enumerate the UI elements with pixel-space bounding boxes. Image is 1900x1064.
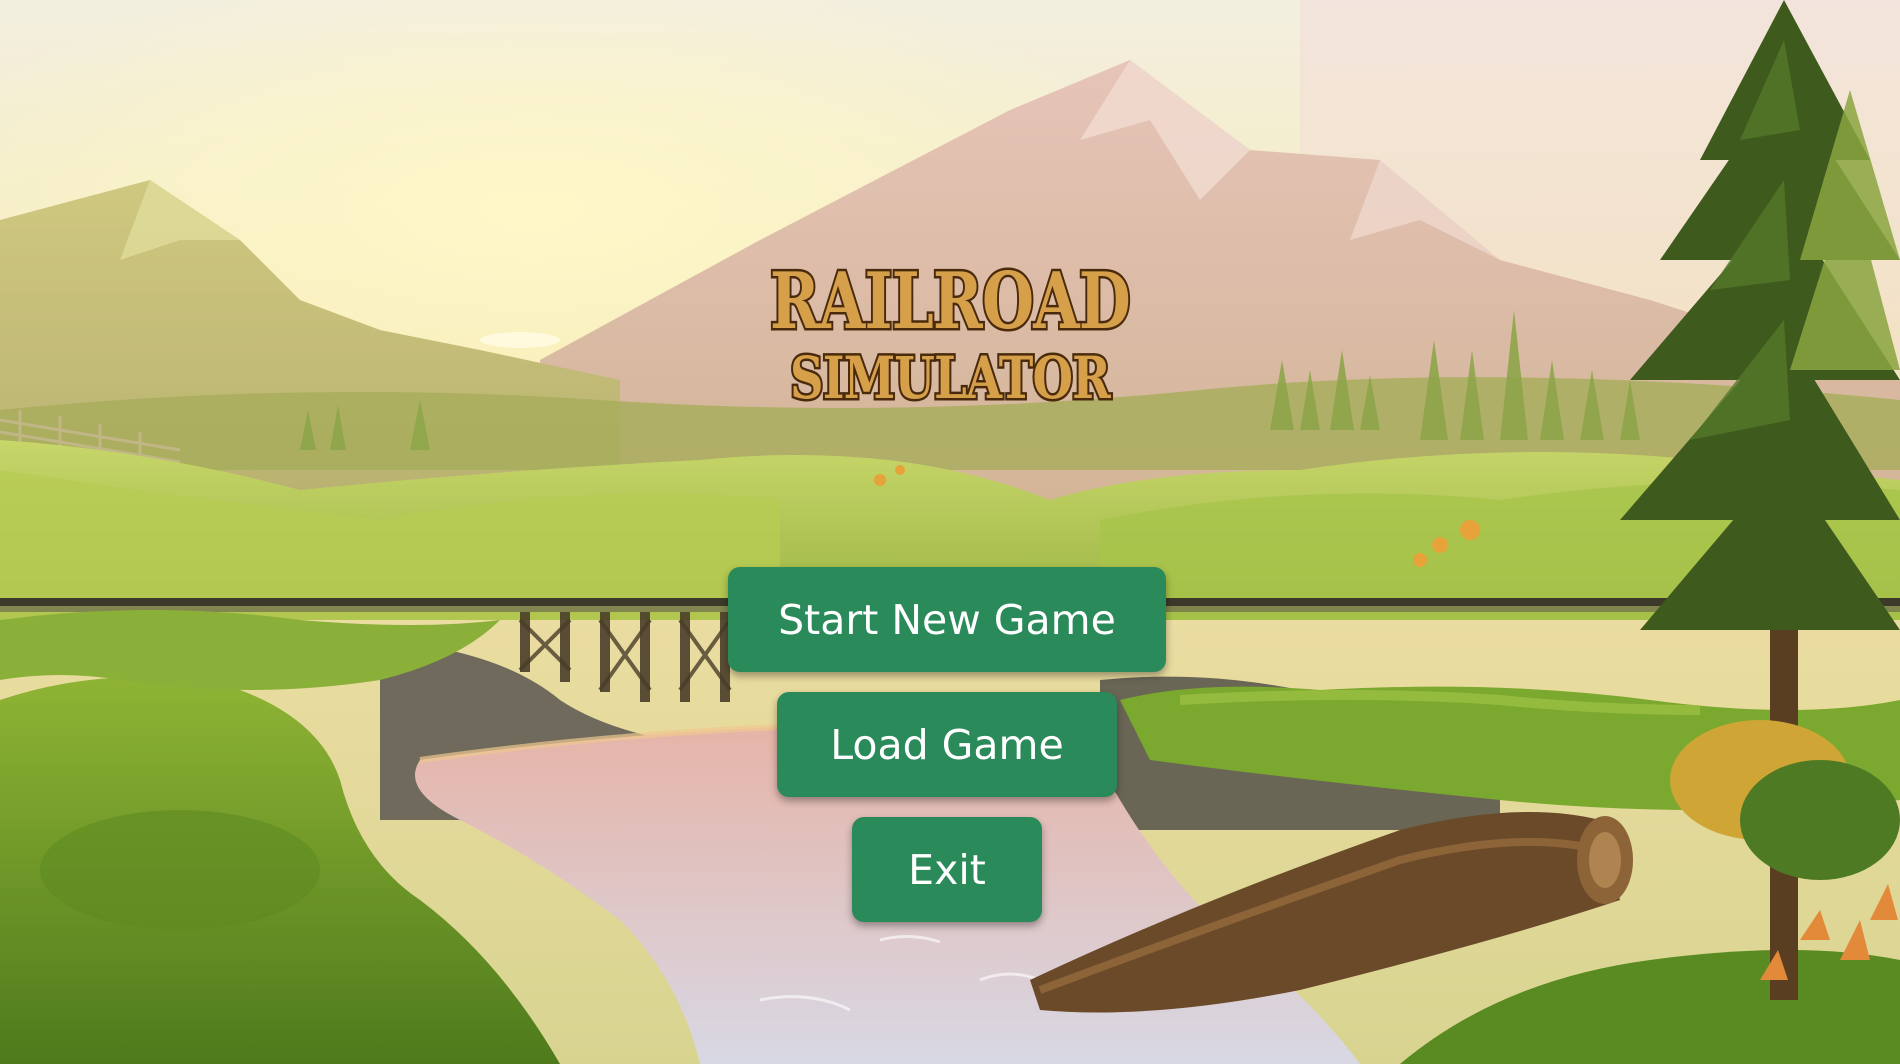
- start-new-game-label: Start New Game: [778, 595, 1116, 644]
- game-logo: RAILROAD SIMULATOR: [740, 248, 1160, 418]
- logo-title-line-2: SIMULATOR: [790, 344, 1111, 412]
- exit-button[interactable]: Exit: [852, 817, 1042, 922]
- start-new-game-button[interactable]: Start New Game: [728, 567, 1166, 672]
- logo-title-line-1: RAILROAD: [770, 256, 1130, 347]
- exit-label: Exit: [908, 845, 986, 894]
- load-game-button[interactable]: Load Game: [777, 692, 1117, 797]
- main-menu-screen: RAILROAD SIMULATOR Start New Game Load G…: [0, 0, 1900, 1064]
- load-game-label: Load Game: [830, 720, 1064, 769]
- main-menu: Start New Game Load Game Exit: [0, 567, 1897, 922]
